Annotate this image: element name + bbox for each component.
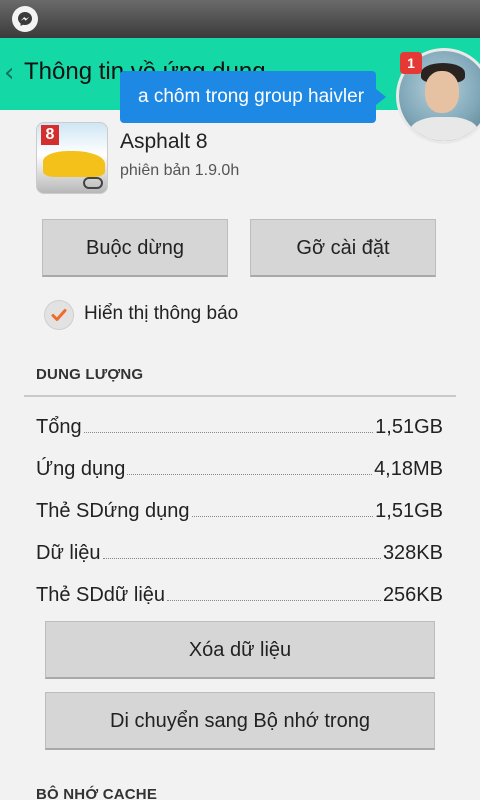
dot-leader — [191, 516, 374, 517]
checkmark-icon — [51, 309, 67, 321]
uninstall-button[interactable]: Gỡ cài đặt — [250, 219, 436, 277]
dot-leader — [167, 600, 381, 601]
storage-row-sd-data: Thẻ SDdữ liệu 256KB — [36, 577, 443, 607]
storage-row-value: 328KB — [382, 542, 443, 564]
storage-row-label: Ứng dụng — [36, 458, 126, 480]
app-name: Asphalt 8 — [120, 130, 208, 153]
back-chevron-icon[interactable]: ‹ — [4, 58, 22, 88]
messenger-notification-icon[interactable] — [12, 6, 38, 32]
dot-leader — [83, 432, 374, 433]
car-shape — [43, 151, 105, 177]
clear-data-button[interactable]: Xóa dữ liệu — [45, 621, 435, 679]
section-divider — [24, 395, 456, 397]
show-notifications-checkbox[interactable] — [44, 300, 74, 330]
status-bar — [0, 0, 480, 38]
storage-row-sd-app: Thẻ SDứng dụng 1,51GB — [36, 493, 443, 523]
app-version: phiên bản 1.9.0h — [120, 162, 240, 179]
app-icon: 8 — [36, 122, 108, 194]
chat-head-message-bubble[interactable]: a chôm trong group haivler — [120, 71, 386, 123]
avatar-shirt — [409, 117, 479, 141]
storage-row-label: Thẻ SDứng dụng — [36, 500, 190, 522]
storage-row-total: Tổng 1,51GB — [36, 409, 443, 439]
avatar-face — [425, 71, 459, 113]
storage-row-label: Thẻ SDdữ liệu — [36, 584, 166, 606]
storage-row-app: Ứng dụng 4,18MB — [36, 451, 443, 481]
storage-row-value: 1,51GB — [375, 500, 443, 522]
force-stop-button[interactable]: Buộc dừng — [42, 219, 228, 277]
dot-leader — [127, 474, 373, 475]
storage-row-value: 256KB — [382, 584, 443, 606]
storage-row-label: Dữ liệu — [36, 542, 101, 564]
storage-row-value: 1,51GB — [375, 416, 443, 438]
storage-section-header: DUNG LƯỢNG — [36, 366, 144, 383]
move-to-internal-storage-button[interactable]: Di chuyển sang Bộ nhớ trong — [45, 692, 435, 750]
dot-leader — [102, 558, 381, 559]
storage-row-data: Dữ liệu 328KB — [36, 535, 443, 565]
storage-row-label: Tổng — [36, 416, 82, 438]
app-icon-number: 8 — [41, 125, 59, 145]
show-notifications-label: Hiển thị thông báo — [84, 303, 239, 324]
unread-count-badge: 1 — [400, 52, 422, 74]
cache-section-header: BỘ NHỚ CACHE — [36, 786, 158, 800]
storage-row-value: 4,18MB — [374, 458, 443, 480]
gameloft-logo-icon — [83, 177, 103, 189]
